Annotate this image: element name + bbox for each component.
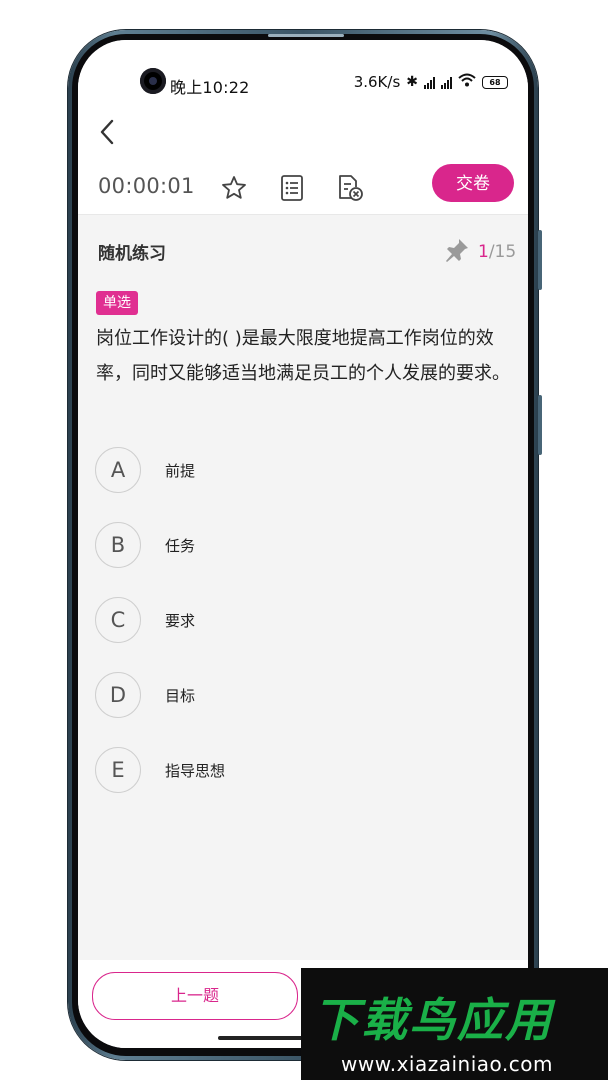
power-button <box>538 395 542 455</box>
option-text: 指导思想 <box>165 761 226 780</box>
option-text: 前提 <box>165 461 196 480</box>
list-icon <box>281 175 303 201</box>
option-letter: B <box>95 522 141 568</box>
watermark-logo: 下载鸟应用 <box>313 993 553 1047</box>
back-button[interactable] <box>92 116 122 148</box>
favorite-button[interactable] <box>218 172 250 204</box>
phone-frame: 晚上10:22 3.6K/s ✱ 68 00:00:01 交卷 随机练习 1/1… <box>68 30 542 1060</box>
signal-icon <box>424 76 435 89</box>
option-letter: A <box>95 447 141 493</box>
practice-mode-title: 随机练习 <box>98 244 166 264</box>
question-text: 岗位工作设计的( )是最大限度地提高工作岗位的效率，同时又能够适当地满足员工的个… <box>96 328 510 384</box>
option-text: 任务 <box>165 536 196 555</box>
question-area: 随机练习 1/15 单选 岗位工作设计的( )是最大限度地提高工作岗位的效率，同… <box>78 215 528 960</box>
phone-bezel: 晚上10:22 3.6K/s ✱ 68 00:00:01 交卷 随机练习 1/1… <box>72 34 534 1056</box>
watermark-url: www.xiazainiao.com <box>341 1052 553 1076</box>
answer-sheet-button[interactable] <box>276 172 308 204</box>
option-e[interactable]: E 指导思想 <box>95 745 515 795</box>
network-speed: 3.6K/s <box>353 73 401 91</box>
status-time: 晚上10:22 <box>170 78 250 97</box>
pin-icon[interactable] <box>444 237 470 263</box>
option-letter: E <box>95 747 141 793</box>
watermark-banner: 下载鸟应用 www.xiazainiao.com <box>301 968 608 1080</box>
question-type-badge: 单选 <box>96 291 138 315</box>
option-text: 目标 <box>165 686 196 705</box>
progress-total: /15 <box>488 242 517 262</box>
wifi-icon <box>458 73 476 91</box>
status-bar: 晚上10:22 3.6K/s ✱ 68 <box>78 40 528 102</box>
option-text: 要求 <box>165 611 196 630</box>
document-remove-icon <box>339 175 363 201</box>
exam-toolbar: 00:00:01 交卷 <box>78 164 528 214</box>
app-header: 00:00:01 交卷 <box>78 102 528 215</box>
progress-current: 1 <box>478 242 489 262</box>
screen: 晚上10:22 3.6K/s ✱ 68 00:00:01 交卷 随机练习 1/1… <box>78 40 528 1048</box>
submit-exam-button[interactable]: 交卷 <box>432 164 514 202</box>
option-c[interactable]: C 要求 <box>95 595 515 645</box>
earpiece <box>268 34 344 37</box>
remove-question-button[interactable] <box>334 172 366 204</box>
option-a[interactable]: A 前提 <box>95 445 515 495</box>
exam-timer: 00:00:01 <box>98 174 195 198</box>
option-letter: D <box>95 672 141 718</box>
star-icon <box>222 176 246 199</box>
battery-icon: 68 <box>482 75 508 89</box>
question-progress: 1/15 <box>478 242 516 262</box>
option-b[interactable]: B 任务 <box>95 520 515 570</box>
signal-icon-2 <box>441 76 452 89</box>
chevron-left-icon <box>100 119 114 145</box>
previous-question-button[interactable]: 上一题 <box>92 972 298 1020</box>
status-indicators: 3.6K/s ✱ 68 <box>354 73 508 91</box>
option-d[interactable]: D 目标 <box>95 670 515 720</box>
front-camera <box>140 68 166 94</box>
bluetooth-icon: ✱ <box>406 74 418 90</box>
option-letter: C <box>95 597 141 643</box>
volume-button <box>538 230 542 290</box>
